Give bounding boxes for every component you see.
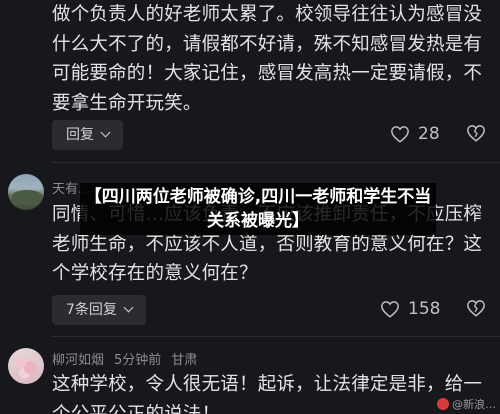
comment-3-author[interactable]: 柳河如烟 xyxy=(52,349,104,368)
comment-1-text: 做个负责人的好老师太累了。校领导往往认为感冒没什么大不了的，请假都不好请，殊不知… xyxy=(52,4,483,114)
weibo-logo-icon xyxy=(437,398,449,410)
comment-3-text: 这种学校，令人很无语！起诉，让法律定是非，给一个公平公正的说法！ xyxy=(52,374,483,414)
avatar[interactable] xyxy=(8,348,44,384)
reply-label: 回复 xyxy=(66,127,94,143)
comment-1-dislike-button[interactable] xyxy=(466,124,486,146)
comment-2-dislike-button[interactable] xyxy=(466,299,486,321)
comment-3-time: 5分钟前 xyxy=(114,353,162,368)
broken-heart-icon xyxy=(467,125,485,142)
watermark-text: @新浪… xyxy=(452,398,496,411)
comment-1-like-count: 28 xyxy=(418,124,440,144)
comment-2-reply-button[interactable]: 7条回复 xyxy=(52,295,146,325)
news-headline-overlay: 【四川两位老师被确诊,四川一老师和学生不当关系被曝光】 xyxy=(80,183,436,235)
comment-3-location: 甘肃 xyxy=(171,353,198,368)
comment-screen: 做个负责人的好老师太累了。校领导往往认为感冒没什么大不了的，请假都不好请，殊不知… xyxy=(0,0,500,414)
watermark: @新浪… xyxy=(437,396,496,412)
comment-3-meta: 柳河如烟 5分钟前 甘肃 xyxy=(52,349,197,368)
avatar[interactable] xyxy=(8,174,44,210)
chevron-down-icon xyxy=(100,127,111,138)
reply-label: 7条回复 xyxy=(66,302,117,318)
chevron-down-icon xyxy=(123,302,134,313)
comment-2-like-count: 158 xyxy=(408,299,441,319)
comment-1-like-button[interactable]: 28 xyxy=(390,124,440,144)
heart-icon xyxy=(391,126,409,143)
heart-icon xyxy=(381,301,399,318)
comment-1-reply-button[interactable]: 回复 xyxy=(52,120,123,150)
divider xyxy=(52,336,500,337)
broken-heart-icon xyxy=(467,300,485,317)
divider xyxy=(52,162,500,163)
comment-2-like-button[interactable]: 158 xyxy=(380,299,440,319)
